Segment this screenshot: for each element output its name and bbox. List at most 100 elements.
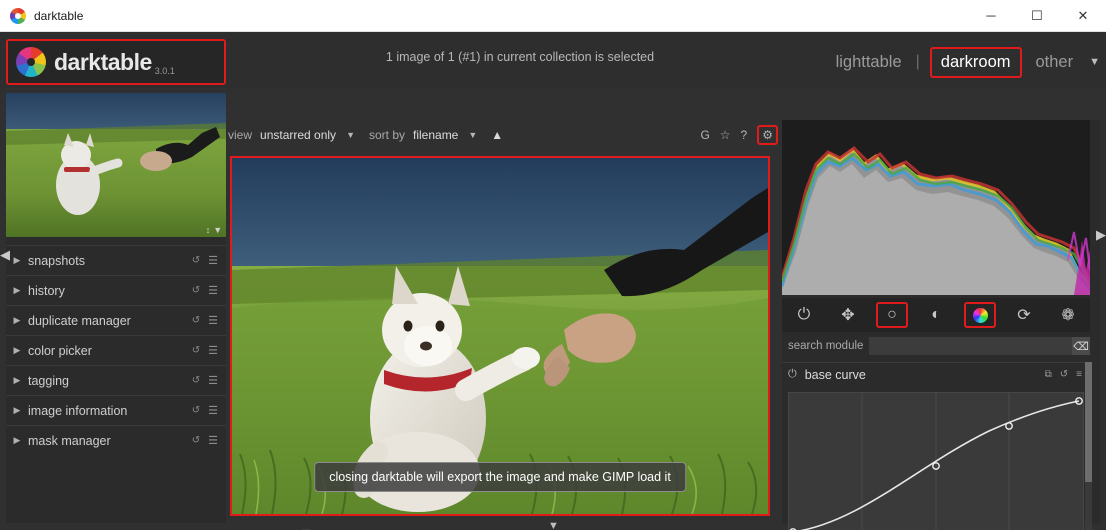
sort-direction-icon[interactable]: ▲ xyxy=(491,128,503,142)
correction-group-icon[interactable]: ⟳ xyxy=(1008,302,1040,328)
sidebar-item-label: history xyxy=(28,283,65,298)
close-button[interactable]: ✕ xyxy=(1060,0,1106,32)
reset-parameters-icon[interactable]: ↺ xyxy=(1060,369,1068,380)
presets-menu-icon[interactable]: ≡ xyxy=(1076,369,1082,380)
multi-instance-icon[interactable]: ⧉ xyxy=(1045,369,1052,380)
darktable-window: darktable ─ ☐ ✕ ▲ darktable 3.0.1 1 imag… xyxy=(0,0,1106,530)
menu-icon[interactable]: ☰ xyxy=(208,404,218,417)
active-modules-icon[interactable]: ✥ xyxy=(832,302,864,328)
module-header-icons: ⧉ ↺ ≡ xyxy=(1045,369,1082,380)
expand-arrow-icon: ▶ xyxy=(13,315,21,325)
toolbar-icons: G ☆ ? ⚙ xyxy=(700,125,778,145)
tone-group-icon[interactable]: ◐ xyxy=(920,302,952,328)
sidebar-item-color-picker[interactable]: ▶ color picker ↺ ☰ xyxy=(6,335,226,365)
status-toast: closing darktable will export the image … xyxy=(314,462,686,492)
sidebar-item-image-information[interactable]: ▶ image information ↺ ☰ xyxy=(6,395,226,425)
sidebar-item-duplicate-manager[interactable]: ▶ duplicate manager ↺ ☰ xyxy=(6,305,226,335)
window-title-bar: darktable ─ ☐ ✕ xyxy=(0,0,1106,32)
image-canvas[interactable]: closing darktable will export the image … xyxy=(230,156,770,516)
view-filter-label: view xyxy=(228,128,253,142)
brand-name: darktable xyxy=(54,48,152,75)
brand-version: 3.0.1 xyxy=(154,66,175,76)
maximize-button[interactable]: ☐ xyxy=(1014,0,1060,32)
expand-arrow-icon: ▶ xyxy=(13,435,21,445)
bottom-panel-collapse-caret[interactable]: ▼ xyxy=(548,520,559,530)
sidebar-item-label: color picker xyxy=(28,343,92,358)
sidebar-item-snapshots[interactable]: ▶ snapshots ↺ ☰ xyxy=(6,245,226,275)
darktable-logo-icon xyxy=(10,7,26,24)
filmstrip-toolbar: view unstarred only ▼ sort by filename ▼… xyxy=(228,120,778,150)
expand-arrow-icon: ▶ xyxy=(13,405,21,415)
reset-icon[interactable]: ↺ xyxy=(192,345,200,356)
minimize-button[interactable]: ─ xyxy=(968,0,1014,32)
preferences-gear-icon[interactable]: ⚙ xyxy=(757,125,778,145)
left-module-list: ▶ snapshots ↺ ☰ ▶ history ↺ ☰ ▶ duplicat… xyxy=(6,245,226,455)
sidebar-item-label: mask manager xyxy=(28,433,111,448)
scrollbar-thumb[interactable] xyxy=(1085,362,1092,482)
expand-arrow-icon: ▶ xyxy=(13,345,21,355)
overlays-star-icon[interactable]: ☆ xyxy=(720,128,731,142)
module-header-base-curve[interactable]: ⏻ base curve ⧉ ↺ ≡ xyxy=(782,362,1090,386)
view-switcher: lighttable | darkroom other ▼ xyxy=(832,44,1100,80)
sidebar-item-history[interactable]: ▶ history ↺ ☰ xyxy=(6,275,226,305)
window-controls: ─ ☐ ✕ xyxy=(968,0,1106,32)
help-icon[interactable]: ? xyxy=(741,128,748,142)
thumbnail-image xyxy=(6,93,226,237)
menu-icon[interactable]: ☰ xyxy=(208,434,218,447)
resize-grip-icon: ↕ xyxy=(205,225,211,235)
expand-arrow-icon: ▶ xyxy=(13,285,21,295)
main-image xyxy=(232,158,768,514)
darktable-color-wheel-icon xyxy=(16,47,46,77)
collection-status-text: 1 image of 1 (#1) in current collection … xyxy=(385,50,655,64)
sort-by-value[interactable]: filename xyxy=(413,128,458,142)
chevron-down-icon[interactable]: ▼ xyxy=(213,225,222,235)
sidebar-item-tagging[interactable]: ▶ tagging ↺ ☰ xyxy=(6,365,226,395)
menu-icon[interactable]: ☰ xyxy=(208,314,218,327)
view-darkroom[interactable]: darkroom xyxy=(929,46,1022,78)
module-title: base curve xyxy=(804,367,866,382)
histogram-plot xyxy=(782,120,1090,295)
power-toggle-icon[interactable]: ⏻ xyxy=(788,302,820,328)
grouping-icon[interactable]: G xyxy=(700,128,709,142)
view-separator: | xyxy=(915,53,920,70)
clear-search-icon[interactable]: ⌫ xyxy=(1072,337,1090,355)
effects-group-icon[interactable]: ❁ xyxy=(1052,302,1084,328)
search-module-label: search module xyxy=(788,340,864,352)
reset-icon[interactable]: ↺ xyxy=(192,255,200,266)
view-filter-value[interactable]: unstarred only xyxy=(260,128,336,142)
module-group-tabs: ⏻ ✥ ○ ◐ ⟳ ❁ xyxy=(782,298,1090,332)
color-group-icon[interactable] xyxy=(964,302,996,328)
color-wheel-icon xyxy=(972,307,988,323)
chevron-down-icon[interactable]: ▼ xyxy=(346,130,355,140)
view-lighttable[interactable]: lighttable xyxy=(832,51,906,74)
menu-icon[interactable]: ☰ xyxy=(208,284,218,297)
module-power-icon[interactable]: ⏻ xyxy=(788,368,797,381)
search-module-input[interactable] xyxy=(869,337,1072,355)
sidebar-item-mask-manager[interactable]: ▶ mask manager ↺ ☰ xyxy=(6,425,226,455)
reset-icon[interactable]: ↺ xyxy=(192,375,200,386)
right-panel: ⏻ ✥ ○ ◐ ⟳ ❁ search module ⌫ ⏻ base curve xyxy=(782,120,1100,530)
base-curve-widget[interactable] xyxy=(788,392,1084,530)
app-body: ▲ darktable 3.0.1 1 image of 1 (#1) in c… xyxy=(0,32,1106,530)
chevron-down-icon[interactable]: ▼ xyxy=(1089,56,1100,68)
sidebar-item-label: snapshots xyxy=(28,253,85,268)
right-panel-collapse-arrow[interactable]: ▶ xyxy=(1096,227,1106,243)
menu-icon[interactable]: ☰ xyxy=(208,374,218,387)
histogram[interactable] xyxy=(782,120,1090,295)
view-other[interactable]: other xyxy=(1032,51,1078,74)
reset-icon[interactable]: ↺ xyxy=(192,435,200,446)
right-panel-scrollbar[interactable] xyxy=(1085,362,1092,530)
menu-icon[interactable]: ☰ xyxy=(208,344,218,357)
sidebar-item-label: duplicate manager xyxy=(28,313,131,328)
chevron-down-icon[interactable]: ▼ xyxy=(468,130,477,140)
basic-group-icon[interactable]: ○ xyxy=(876,302,908,328)
image-thumbnail[interactable] xyxy=(6,93,226,237)
base-curve-plot xyxy=(789,393,1083,530)
left-panel-collapse-arrow[interactable]: ◀ xyxy=(0,247,10,263)
sidebar-item-label: tagging xyxy=(28,373,70,388)
reset-icon[interactable]: ↺ xyxy=(192,405,200,416)
menu-icon[interactable]: ☰ xyxy=(208,254,218,267)
reset-icon[interactable]: ↺ xyxy=(192,315,200,326)
thumbnail-resize-handle[interactable]: ↕ ▼ xyxy=(202,223,226,237)
reset-icon[interactable]: ↺ xyxy=(192,285,200,296)
